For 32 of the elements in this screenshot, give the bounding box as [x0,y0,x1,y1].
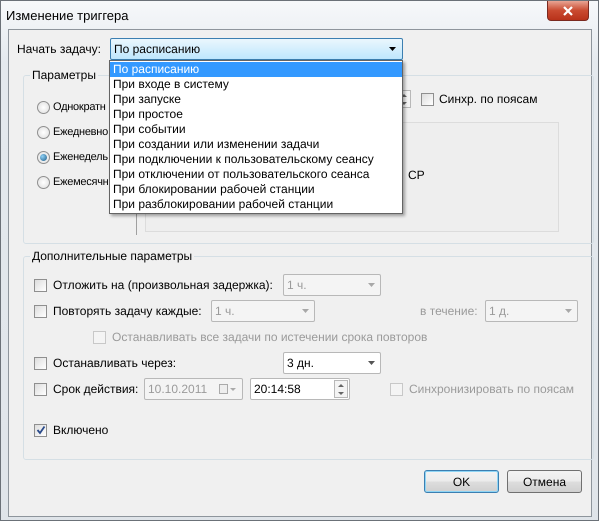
group-title: Дополнительные параметры [31,249,194,263]
dropdown[interactable]: По расписанию [110,38,403,60]
dialog-button[interactable]: Отмена [507,470,582,493]
dropdown-option[interactable]: При запуске [110,92,402,107]
group-title: Параметры [31,68,97,82]
radio-label: Ежемесячн [53,175,109,190]
dialog-button[interactable]: OK [424,470,499,493]
dropdown-option[interactable]: При создании или изменении задачи [110,137,402,152]
checkbox-label: Отложить на (произвольная задержка): [53,277,274,294]
dropdown-option[interactable]: При разблокировании рабочей станции [110,197,402,212]
radio-label: Ежедневно [53,125,108,140]
radio-label: Однократн [53,100,106,116]
checkbox-label: Останавливать через: [53,355,178,372]
radio-label: Еженедель [53,150,108,166]
field-label: Начать задачу: [17,41,102,58]
checkbox-label: Синхр. по поясам [439,91,538,108]
dropdown-option[interactable]: При блокировании рабочей станции [110,182,402,197]
dropdown-option[interactable]: При событии [110,122,402,137]
checkbox-label: Срок действия: [53,381,140,398]
dropdown-option[interactable]: При подключении к пользовательскому сеансу [110,152,402,167]
field-label: в течение: [420,303,479,320]
dropdown[interactable]: 3 дн. [283,352,381,374]
checkbox-label: Синхронизировать по поясам [409,381,574,398]
window-title: Изменение триггера [6,7,128,25]
dropdown-option[interactable]: При отключении от пользовательского сеанса [110,167,402,182]
dropdown-option[interactable]: При входе в систему [110,77,402,92]
checkbox-label: Повторять задачу каждые: [53,303,203,320]
panel-text: СР [408,168,425,182]
checkbox-label: Останавливать все задачи по истечении срока повторов [112,329,428,346]
dropdown-option[interactable]: При простое [110,107,402,122]
time-field[interactable]: 20:14:58 [250,378,350,400]
checkbox-label: Включено [53,422,108,439]
